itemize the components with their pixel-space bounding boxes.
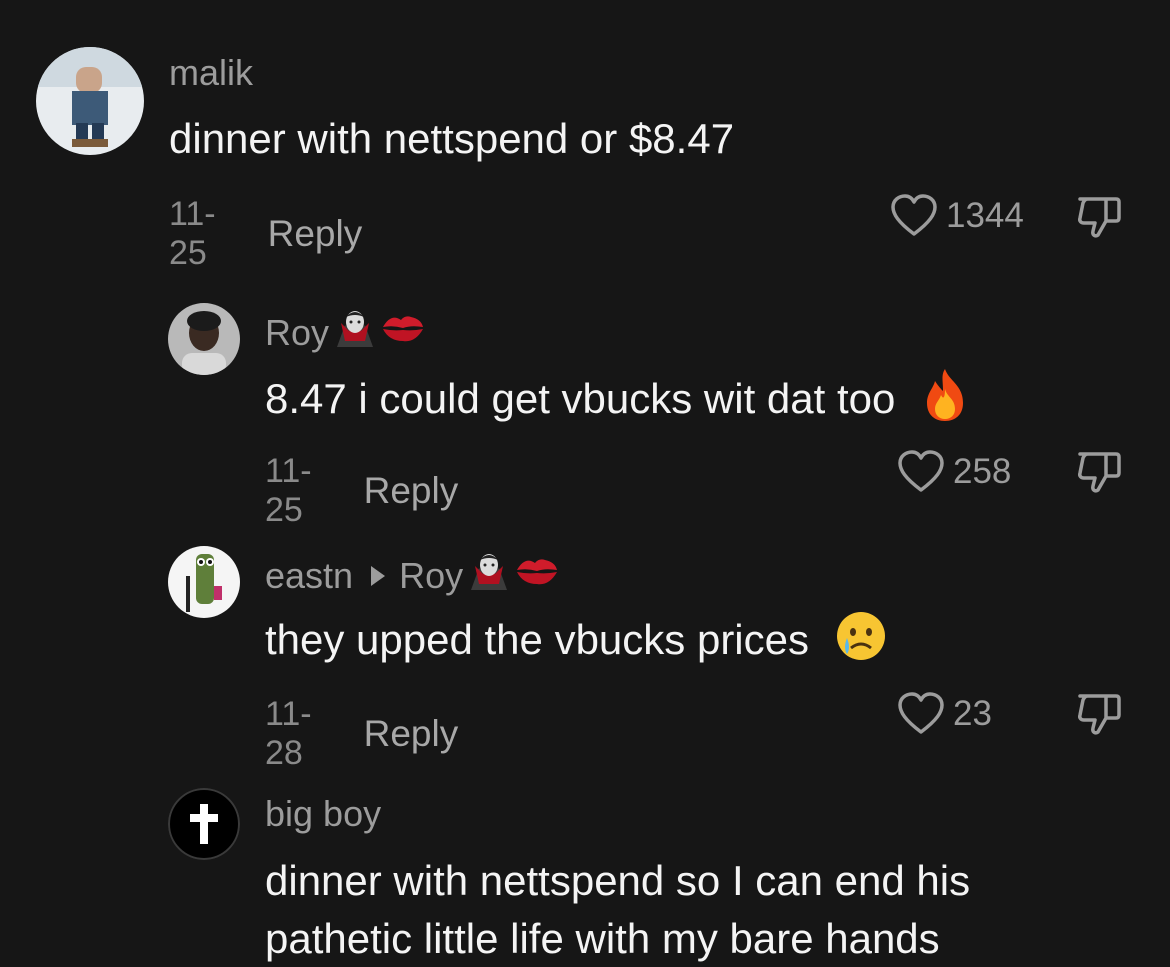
heart-outline-icon <box>898 692 944 734</box>
comment-text-line-1: dinner with nettspend so I can end his <box>265 857 971 904</box>
reply-button[interactable]: Reply <box>268 213 363 255</box>
comment-date: 11-28 <box>265 695 312 772</box>
thumbs-down-outline-icon[interactable] <box>1076 450 1122 494</box>
username-text: Roy <box>265 311 330 353</box>
avatar-malik[interactable] <box>36 47 144 155</box>
comment-text: dinner with nettspend or $8.47 <box>169 115 735 162</box>
thumbs-down-outline-icon[interactable] <box>1076 692 1122 736</box>
comment-meta: 11-25 Reply <box>265 452 458 530</box>
comment-text-line-2: pathetic little life with my bare hands <box>265 915 940 962</box>
avatar-roy[interactable] <box>168 303 240 375</box>
username[interactable]: eastn Roy <box>265 550 559 601</box>
kiss-mark-emoji <box>381 311 425 354</box>
comment-date: 11-25 <box>265 452 312 529</box>
reply-button[interactable]: Reply <box>364 713 459 755</box>
comment-meta: 11-28 Reply <box>265 695 458 773</box>
thumbs-down-outline-icon[interactable] <box>1076 195 1122 239</box>
comment-text: 8.47 i could get vbucks wit dat too <box>265 367 969 437</box>
comment-text-content: they upped the vbucks prices <box>265 616 809 664</box>
like-button[interactable]: 258 <box>897 450 1011 494</box>
reply-arrow-icon <box>371 565 386 586</box>
avatar-big-boy[interactable] <box>168 788 240 860</box>
comment-text-content: 8.47 i could get vbucks wit dat too <box>265 375 896 423</box>
reply-to-username[interactable]: Roy <box>399 555 463 597</box>
username[interactable]: Roy <box>265 307 425 358</box>
fire-emoji <box>921 367 969 437</box>
comment-date: 11-25 <box>169 195 216 272</box>
comment-text: they upped the vbucks prices <box>265 610 887 676</box>
like-count: 23 <box>953 694 992 733</box>
reply-button[interactable]: Reply <box>364 470 459 512</box>
like-count: 1344 <box>946 196 1024 235</box>
username[interactable]: big boy <box>265 793 381 835</box>
like-count: 258 <box>953 452 1012 491</box>
like-button[interactable]: 1344 <box>890 194 1024 238</box>
username-text: eastn <box>265 554 354 596</box>
crying-face-emoji <box>835 610 887 676</box>
vampire-emoji <box>335 307 375 358</box>
like-button[interactable]: 23 <box>897 692 992 736</box>
comment-meta: 11-25 Reply <box>169 195 362 273</box>
avatar-eastn[interactable] <box>168 546 240 618</box>
username[interactable]: malik <box>169 52 253 94</box>
heart-outline-icon <box>898 450 944 492</box>
kiss-mark-emoji <box>515 554 559 597</box>
vampire-emoji <box>469 550 509 601</box>
heart-outline-icon <box>891 194 937 236</box>
